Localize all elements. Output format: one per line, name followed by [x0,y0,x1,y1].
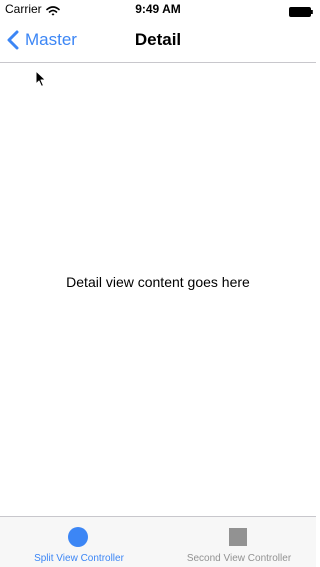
page-title: Detail [134,30,182,49]
circle-icon [68,527,88,547]
tab-label: Second View Controller [186,553,292,564]
detail-content-text: Detail view content goes here [66,274,250,290]
square-icon [229,528,247,546]
tab-bar: Split View Controller Second View Contro… [0,516,316,567]
status-bar: Carrier 9:49 AM [0,0,316,18]
tab-second-view-controller[interactable]: Second View Controller [158,517,316,567]
status-time: 9:49 AM [135,2,181,16]
battery-icon [289,4,313,17]
tab-label: Split View Controller [34,553,124,564]
navigation-bar: Master Detail [0,18,316,63]
mouse-cursor-icon [35,70,47,88]
tab-split-view-controller[interactable]: Split View Controller [0,517,158,567]
